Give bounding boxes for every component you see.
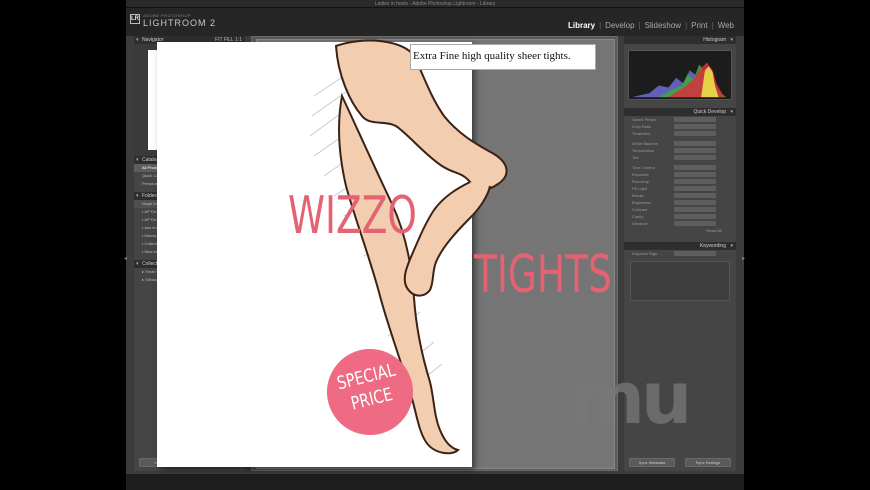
treatment-field[interactable]: Treatment <box>624 130 736 137</box>
tint-row[interactable]: Tint <box>624 154 736 161</box>
module-web[interactable]: Web <box>714 21 738 30</box>
quick-develop-header[interactable]: Quick Develop ▾ <box>624 108 736 116</box>
histogram-header[interactable]: Histogram ▾ <box>624 36 736 44</box>
sync-metadata-button[interactable]: Sync Metadata <box>629 458 675 467</box>
tone-row[interactable]: Exposure <box>624 171 736 178</box>
window-title: Ladies in heels - Adobe Photoshop Lightr… <box>374 1 496 7</box>
filmstrip[interactable] <box>126 474 744 490</box>
sync-settings-button[interactable]: Sync Settings <box>685 458 731 467</box>
temperature-row[interactable]: Temperature <box>624 147 736 154</box>
keywording-header[interactable]: Keywording ▾ <box>624 242 736 250</box>
tone-row[interactable]: Blacks <box>624 192 736 199</box>
left-panel-toggle-icon[interactable]: ◂ <box>124 255 127 262</box>
collapse-triangle-icon: ▾ <box>136 261 139 267</box>
tone-row[interactable]: Fill Light <box>624 185 736 192</box>
collapse-triangle-icon: ▾ <box>136 37 139 43</box>
module-slideshow[interactable]: Slideshow <box>641 21 685 30</box>
brand-name: LIGHTROOM 2 <box>143 18 217 28</box>
collapse-triangle-icon: ▾ <box>730 37 733 43</box>
tone-row[interactable]: Clarity <box>624 213 736 220</box>
keyword-tags-field[interactable]: Keyword Tags <box>624 250 736 257</box>
collapse-triangle-icon: ▾ <box>136 157 139 163</box>
module-picker: Library | Develop | Slideshow | Print | Web <box>564 21 738 30</box>
window-titlebar: Ladies in heels - Adobe Photoshop Lightr… <box>126 0 744 8</box>
crop-ratio-field[interactable]: Crop Ratio <box>624 123 736 130</box>
right-button-bar: Sync Metadata Sync Settings <box>624 458 736 467</box>
collapse-triangle-icon: ▾ <box>136 193 139 199</box>
saved-preset-field[interactable]: Saved Preset <box>624 116 736 123</box>
right-panel-toggle-icon[interactable]: ▸ <box>742 255 745 262</box>
white-balance-field[interactable]: White Balance <box>624 140 736 147</box>
lr-logo-icon: LR <box>130 14 140 24</box>
tone-row[interactable]: Brightness <box>624 199 736 206</box>
tone-row[interactable]: Contrast <box>624 206 736 213</box>
tone-control-field[interactable]: Tone Control <box>624 164 736 171</box>
module-library[interactable]: Library <box>564 21 599 30</box>
headline-tights: TIGHTS <box>474 245 612 305</box>
tone-row[interactable]: Recovery <box>624 178 736 185</box>
top-bar: LR ADOBE PHOTOSHOP LIGHTROOM 2 Library | … <box>126 8 744 36</box>
tone-row[interactable]: Vibrance <box>624 220 736 227</box>
collapse-triangle-icon: ▾ <box>730 243 733 249</box>
histogram-chart <box>628 50 732 100</box>
module-print[interactable]: Print <box>687 21 711 30</box>
photo-caption: Extra Fine high quality sheer tights. <box>413 50 571 62</box>
keywords-textarea[interactable] <box>630 261 730 301</box>
headline-wizzo: WIZZO <box>288 186 417 246</box>
watermark-logo: mu <box>570 356 692 440</box>
reset-all-button[interactable]: Reset All <box>624 227 736 234</box>
module-develop[interactable]: Develop <box>601 21 638 30</box>
collapse-triangle-icon: ▾ <box>730 109 733 115</box>
